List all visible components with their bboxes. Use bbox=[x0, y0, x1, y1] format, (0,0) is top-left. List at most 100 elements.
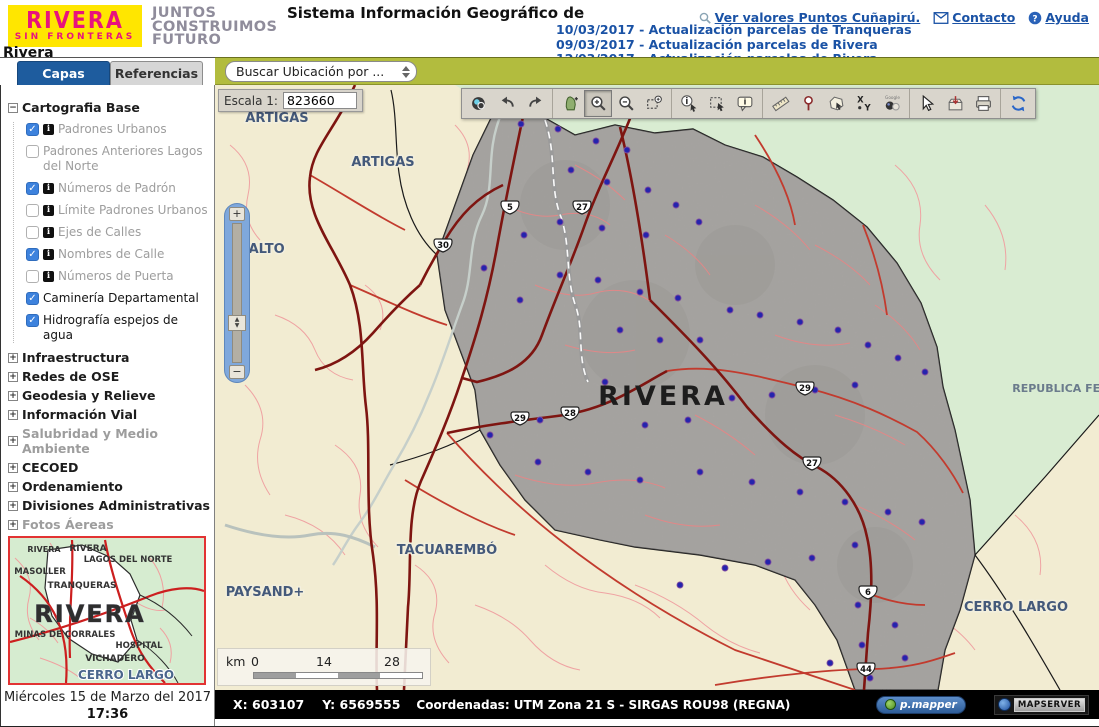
town-point bbox=[885, 509, 891, 515]
tree-children: Padrones UrbanosPadrones Anteriores Lago… bbox=[13, 122, 210, 343]
tree-group-ordenamiento[interactable]: + Ordenamiento bbox=[8, 479, 210, 494]
town-point bbox=[769, 392, 775, 398]
tool-measure-button[interactable] bbox=[766, 90, 794, 117]
collapse-icon[interactable]: − bbox=[8, 103, 18, 113]
town-point bbox=[696, 219, 702, 225]
expand-icon[interactable]: + bbox=[8, 436, 18, 446]
link-ayuda[interactable]: ? Ayuda bbox=[1028, 10, 1089, 25]
pmapper-logo[interactable]: p.mapper bbox=[876, 696, 966, 714]
tool-back-button[interactable] bbox=[493, 90, 521, 117]
checkbox-unchecked[interactable] bbox=[26, 226, 39, 239]
checkbox-checked[interactable] bbox=[26, 314, 39, 327]
svg-text:29: 29 bbox=[514, 414, 526, 424]
tool-zoom-box-button[interactable] bbox=[640, 90, 668, 117]
zoom-in-button[interactable]: + bbox=[229, 207, 245, 221]
tool-forward-button[interactable] bbox=[521, 90, 549, 117]
checkbox-unchecked[interactable] bbox=[26, 145, 39, 158]
tree-group-divisiones-administrativas[interactable]: +Divisiones Administrativas bbox=[8, 498, 210, 513]
expand-icon[interactable]: + bbox=[8, 372, 18, 382]
tool-zoom-out-button[interactable] bbox=[612, 90, 640, 117]
tool-pan-button[interactable] bbox=[556, 90, 584, 117]
tool-select-box-button[interactable] bbox=[703, 90, 731, 117]
scale-input[interactable] bbox=[283, 92, 357, 109]
tree-group-cartografia-base[interactable]: −Cartografia Base bbox=[8, 100, 210, 115]
info-icon[interactable] bbox=[43, 205, 54, 216]
tool-refresh-button[interactable] bbox=[1004, 90, 1032, 117]
scalebar-unit: km bbox=[226, 654, 245, 669]
tool-zoom-full-button[interactable] bbox=[465, 90, 493, 117]
tooltip-icon: i bbox=[736, 94, 755, 113]
search-location-dropdown[interactable]: Buscar Ubicación por ... bbox=[225, 61, 417, 82]
tree-group-label: Fotos Áereas bbox=[22, 517, 114, 532]
export-icon bbox=[946, 94, 965, 113]
tree-group-informacion-vial[interactable]: +Información Vial bbox=[8, 407, 210, 422]
layer-item-nombres-de-calle: Nombres de Calle bbox=[26, 247, 210, 262]
expand-icon[interactable]: + bbox=[8, 501, 18, 511]
checkbox-checked[interactable] bbox=[26, 182, 39, 195]
town-point bbox=[673, 202, 679, 208]
tree-group-label: Salubridad y Medio Ambiente bbox=[22, 426, 210, 456]
tool-pointer-button[interactable] bbox=[913, 90, 941, 117]
tree-group-salubridad-y-medio-ambiente[interactable]: + Salubridad y Medio Ambiente bbox=[8, 426, 210, 456]
coord-x: 603107 bbox=[252, 697, 304, 712]
layer-label: Números de Puerta bbox=[58, 269, 174, 284]
checkbox-checked[interactable] bbox=[26, 248, 39, 261]
svg-text:44: 44 bbox=[860, 665, 872, 675]
town-point bbox=[827, 660, 833, 666]
expand-icon[interactable]: + bbox=[8, 482, 18, 492]
zoom-handle[interactable]: ▲▼ bbox=[228, 315, 246, 331]
info-icon[interactable] bbox=[43, 271, 54, 282]
tool-google-button[interactable]: Google bbox=[878, 90, 906, 117]
layer-label: Padrones Urbanos bbox=[58, 122, 167, 137]
mapserver-logo[interactable]: MAPSERVER bbox=[994, 695, 1089, 715]
map-canvas[interactable]: 5273029282927644 ARTIGASARTIGASSALTOREPU… bbox=[215, 85, 1099, 690]
link-contacto[interactable]: Contacto bbox=[933, 10, 1015, 25]
tool-print-button[interactable] bbox=[969, 90, 997, 117]
tree-group-fotos-aereas[interactable]: + Fotos Áereas bbox=[8, 517, 210, 532]
town-point bbox=[922, 369, 928, 375]
zoom-track[interactable]: ▲▼ bbox=[232, 223, 242, 363]
checkbox-checked[interactable] bbox=[26, 123, 39, 136]
tree-group-label: Geodesia y Relieve bbox=[22, 388, 156, 403]
globe-icon bbox=[998, 698, 1011, 711]
checkbox-checked[interactable] bbox=[26, 292, 39, 305]
expand-icon[interactable]: + bbox=[8, 520, 18, 530]
tree-group-geodesia-y-relieve[interactable]: + Geodesia y Relieve bbox=[8, 388, 210, 403]
tool-zoom-in-button[interactable] bbox=[584, 90, 612, 117]
town-point bbox=[729, 395, 735, 401]
tool-xy-coords-button[interactable]: XY bbox=[850, 90, 878, 117]
tree-group-redes-de-ose[interactable]: +Redes de OSE bbox=[8, 369, 210, 384]
tab-capas[interactable]: Capas bbox=[17, 61, 110, 85]
overview-label-rivera: RIVERA bbox=[27, 545, 61, 554]
overview-map[interactable]: RIVERARIVERALAGOS DEL NORTEMASOLLERTRANQ… bbox=[8, 536, 206, 685]
svg-text:27: 27 bbox=[806, 459, 818, 469]
map-viewport[interactable]: 5273029282927644 ARTIGASARTIGASSALTOREPU… bbox=[215, 85, 1099, 690]
map-label-tacuarembo: TACUAREMBÓ bbox=[397, 542, 497, 558]
checkbox-unchecked[interactable] bbox=[26, 270, 39, 283]
tree-group-label: Ordenamiento bbox=[22, 479, 123, 494]
tree-group-infraestructura[interactable]: +Infraestructura bbox=[8, 350, 210, 365]
expand-icon[interactable]: + bbox=[8, 391, 18, 401]
town-point bbox=[518, 121, 524, 127]
town-point bbox=[537, 417, 543, 423]
tool-identify-button[interactable]: i bbox=[675, 90, 703, 117]
tool-export-button[interactable] bbox=[941, 90, 969, 117]
tree-group-cecoed[interactable]: +CECOED bbox=[8, 460, 210, 475]
tool-select-polygon-button[interactable] bbox=[822, 90, 850, 117]
zoom-slider[interactable]: + ▲▼ − bbox=[224, 203, 250, 383]
info-icon[interactable] bbox=[43, 227, 54, 238]
info-icon[interactable] bbox=[43, 124, 54, 135]
expand-icon[interactable]: + bbox=[8, 463, 18, 473]
zoom-out-button[interactable]: − bbox=[229, 365, 245, 379]
info-icon[interactable] bbox=[43, 249, 54, 260]
checkbox-unchecked[interactable] bbox=[26, 204, 39, 217]
tool-add-marker-button[interactable] bbox=[794, 90, 822, 117]
expand-icon[interactable]: + bbox=[8, 353, 18, 363]
expand-icon[interactable]: + bbox=[8, 410, 18, 420]
tab-referencias[interactable]: Referencias bbox=[110, 61, 203, 85]
toolbar-group bbox=[1001, 89, 1035, 118]
coord-y: 6569555 bbox=[340, 697, 401, 712]
tool-tooltip-button[interactable]: i bbox=[731, 90, 759, 117]
town-point bbox=[697, 337, 703, 343]
info-icon[interactable] bbox=[43, 183, 54, 194]
